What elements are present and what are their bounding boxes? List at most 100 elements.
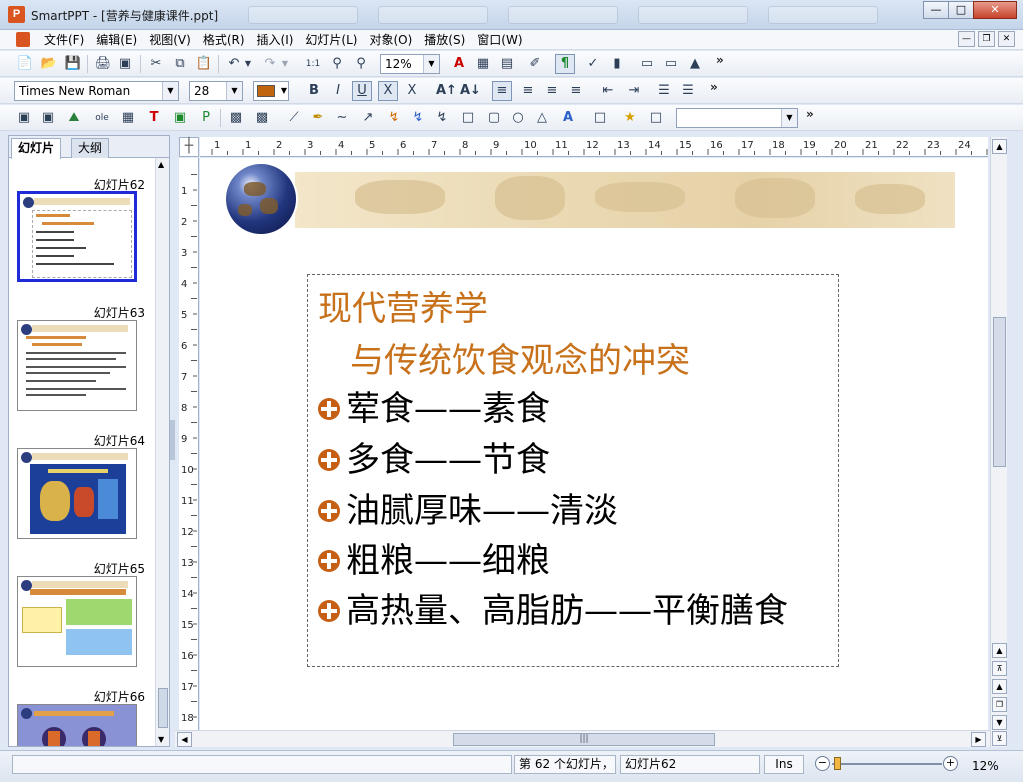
export-pdf-icon[interactable]: ▣ — [115, 54, 135, 74]
redo-icon[interactable]: ↷ — [260, 54, 280, 74]
tab-slides[interactable]: 幻灯片 — [11, 138, 62, 159]
canvas-horizontal-scrollbar[interactable]: ◀ ||| ▶ — [175, 730, 990, 747]
slide-text-box[interactable]: 现代营养学 与传统饮食观念的冲突 荤食——素食 多食——节食 油腻厚味——清淡 … — [307, 274, 839, 667]
print-icon[interactable]: 🖨 — [93, 54, 113, 74]
align-right-icon[interactable]: ≡ — [542, 81, 562, 101]
insert-chart-icon[interactable]: ▦ — [118, 108, 138, 128]
zoom-slider-thumb[interactable] — [834, 757, 841, 770]
slide-thumbnail[interactable] — [17, 448, 137, 539]
font-name-select[interactable]: Times New Roman ▼ — [14, 81, 179, 101]
paste-icon[interactable]: 📋 — [194, 54, 214, 74]
open-folder-icon[interactable]: 📂 — [39, 54, 59, 74]
scroll-left-icon[interactable]: ◀ — [177, 732, 192, 747]
panel-scrollbar[interactable]: ▲ ▼ — [155, 158, 169, 746]
list-icon[interactable]: ▤ — [497, 54, 517, 74]
doc-close-button[interactable]: ✕ — [998, 31, 1015, 47]
scroll-up-icon[interactable]: ▲ — [992, 139, 1007, 154]
ungroup-icon[interactable]: ▩ — [252, 108, 272, 128]
menu-format[interactable]: 格式(R) — [197, 32, 251, 48]
decrease-indent-icon[interactable]: ⇤ — [598, 81, 618, 101]
grow-font-icon[interactable]: A↑ — [436, 81, 457, 101]
zoom-out-button[interactable]: − — [815, 756, 830, 771]
scroll-down-icon[interactable]: ▼ — [158, 735, 164, 744]
menu-play[interactable]: 播放(S) — [418, 32, 471, 48]
insert-ole-icon[interactable]: ole — [92, 108, 112, 128]
format-painter-icon[interactable]: ✐ — [525, 54, 545, 74]
curve-tool-icon[interactable]: ∼ — [332, 108, 352, 128]
shrink-font-icon[interactable]: A↓ — [460, 81, 481, 101]
shape-style-select[interactable]: ▼ — [676, 108, 798, 128]
curved-connector-icon[interactable]: ↯ — [432, 108, 452, 128]
star-effect-icon[interactable]: ★ — [620, 108, 640, 128]
cut-icon[interactable]: ✂ — [146, 54, 166, 74]
menu-insert[interactable]: 插入(I) — [251, 32, 300, 48]
insert-text-frame-icon[interactable]: T — [144, 108, 164, 128]
menu-slide[interactable]: 幻灯片(L) — [299, 32, 363, 48]
save-icon[interactable]: 💾 — [63, 54, 83, 74]
group-icon[interactable]: ▩ — [226, 108, 246, 128]
autoshape-tool-icon[interactable]: △ — [532, 108, 552, 128]
menu-window[interactable]: 窗口(W) — [471, 32, 528, 48]
align-justify-icon[interactable]: ≡ — [566, 81, 586, 101]
actual-size-icon[interactable]: 1:1 — [303, 54, 323, 74]
slide-canvas[interactable]: 现代营养学 与传统饮食观念的冲突 荤食——素食 多食——节食 油腻厚味——清淡 … — [200, 158, 988, 730]
first-slide-icon[interactable]: ⊼ — [992, 661, 1007, 676]
ruler-corner[interactable]: ┼ — [179, 137, 199, 157]
custom-shape-icon[interactable]: □ — [646, 108, 666, 128]
insert-mode-status[interactable]: Ins — [764, 755, 804, 774]
slide-view-icon[interactable]: ▭ — [661, 54, 681, 74]
tab-outline[interactable]: 大纲 — [71, 138, 110, 158]
insert-frame-icon[interactable]: ▣ — [38, 108, 58, 128]
menu-file[interactable]: 文件(F) — [38, 32, 90, 48]
toolbar-overflow-icon[interactable]: » — [806, 107, 814, 121]
copy-icon[interactable]: ⧉ — [170, 54, 190, 74]
redo-dropdown-icon[interactable]: ▼ — [280, 54, 290, 74]
wordart-icon[interactable]: A — [558, 108, 578, 128]
menu-edit[interactable]: 编辑(E) — [90, 32, 143, 48]
arrow-tool-icon[interactable]: ↗ — [358, 108, 378, 128]
menu-object[interactable]: 对象(O) — [363, 32, 418, 48]
bold-icon[interactable]: B — [304, 81, 324, 101]
slide-view-toggle-icon[interactable]: ❐ — [992, 697, 1007, 712]
menu-view[interactable]: 视图(V) — [143, 32, 197, 48]
undo-dropdown-icon[interactable]: ▼ — [243, 54, 253, 74]
previous-slide-icon[interactable]: ▲ — [992, 679, 1007, 694]
slide-thumbnail[interactable] — [17, 191, 137, 282]
insert-table-icon[interactable]: ▦ — [473, 54, 493, 74]
slide-thumbnail[interactable] — [17, 320, 137, 411]
rectangle-tool-icon[interactable]: □ — [458, 108, 478, 128]
text-box-icon[interactable]: A — [449, 54, 469, 74]
crop-icon[interactable]: □ — [590, 108, 610, 128]
rounded-rect-tool-icon[interactable]: ▢ — [484, 108, 504, 128]
line-tool-icon[interactable]: ⟋ — [284, 108, 304, 128]
undo-icon[interactable]: ↶ — [224, 54, 244, 74]
panel-splitter[interactable] — [170, 420, 175, 460]
slide-thumbnail[interactable] — [17, 704, 137, 746]
spell-check-icon[interactable]: ✓ — [583, 54, 603, 74]
toolbar-overflow-icon[interactable]: » — [710, 80, 718, 94]
increase-indent-icon[interactable]: ⇥ — [624, 81, 644, 101]
scroll-right-icon[interactable]: ▶ — [971, 732, 986, 747]
doc-restore-button[interactable]: ❐ — [978, 31, 995, 47]
next-slide-icon[interactable]: ▼ — [992, 715, 1007, 730]
scroll-up-icon[interactable]: ▲ — [992, 643, 1007, 658]
strikethrough-icon[interactable]: X — [378, 81, 398, 101]
ellipse-tool-icon[interactable]: ○ — [508, 108, 528, 128]
zoom-out-icon[interactable]: ⚲ — [351, 54, 371, 74]
font-size-select[interactable]: 28 ▼ — [189, 81, 243, 101]
clear-format-icon[interactable]: X — [402, 81, 422, 101]
toolbar-overflow-icon[interactable]: » — [716, 53, 724, 67]
close-button[interactable]: ✕ — [973, 1, 1017, 19]
paragraph-mark-icon[interactable]: ¶ — [555, 54, 575, 74]
page-setup-icon[interactable]: ▭ — [637, 54, 657, 74]
insert-picture-icon[interactable]: ⛰ — [64, 108, 84, 128]
columns-icon[interactable]: ▮ — [607, 54, 627, 74]
minimize-button[interactable]: — — [923, 1, 949, 19]
doc-minimize-button[interactable]: — — [958, 31, 975, 47]
layers-icon[interactable]: ▲ — [685, 54, 705, 74]
canvas-vertical-scrollbar[interactable]: ▲ ▲ ⊼ ▲ ❐ ▼ ⊻ — [990, 137, 1007, 747]
connector-tool-icon[interactable]: ↯ — [384, 108, 404, 128]
zoom-in-button[interactable]: + — [943, 756, 958, 771]
bullet-list-icon[interactable]: ☰ — [654, 81, 674, 101]
insert-graphic-icon[interactable]: ▣ — [170, 108, 190, 128]
